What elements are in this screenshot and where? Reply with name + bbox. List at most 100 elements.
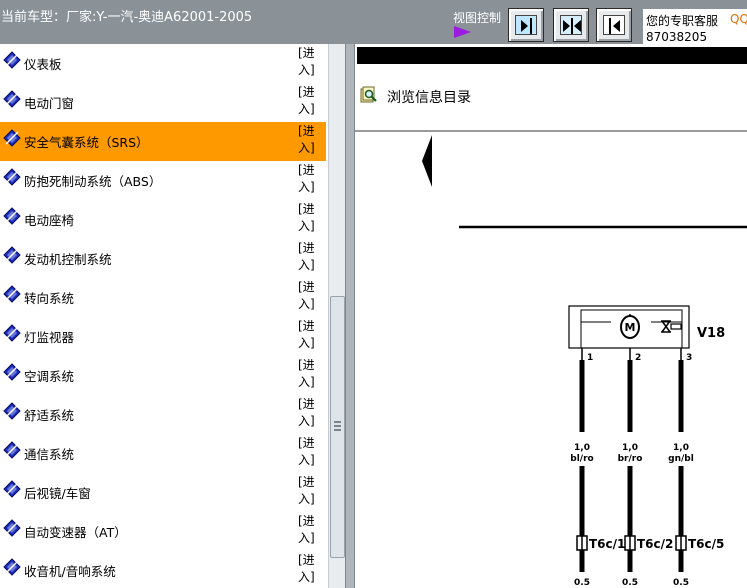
split-arrows-icon [563,18,581,34]
wire-gauge: 1,0 [574,443,590,453]
enter-link-top[interactable]: [进 [298,239,315,256]
connector-label: T6c/1 [589,537,625,551]
enter-link-top[interactable]: [进 [298,434,315,451]
enter-link-bottom[interactable]: 入] [298,373,315,390]
diamond-book-icon [3,480,21,498]
wire-group: 11,0bl/roT6c/10.521,0br/roT6c/20.531,0gn… [570,348,724,588]
enter-link-bottom[interactable]: 入] [298,295,315,312]
enter-link-top[interactable]: [进 [298,551,315,568]
menu-item[interactable]: 安全气囊系统（SRS） [进 入] [0,122,326,161]
connector-label: T6c/5 [688,537,724,551]
top-header: 当前车型：厂家:Y-一汽-奥迪A62001-2005 视图控制 您的专职客服 Q… [0,0,747,44]
enter-link-top[interactable]: [进 [298,161,315,178]
diamond-book-icon [3,90,21,108]
menu-item[interactable]: 通信系统 [进 入] [0,434,326,473]
system-menu-panel: 仪表板 [进 入] 电动门窗 [进 入] 安全气囊系统（SRS） [进 入] 防抱死制动系统（AB… [0,44,328,588]
customer-service-box: 您的专职客服 QQ 87038205 [643,9,747,44]
enter-link-bottom[interactable]: 入] [298,100,315,117]
enter-link-top[interactable]: [进 [298,356,315,373]
component-label: V18 [697,326,725,341]
menu-item-label: 安全气囊系统（SRS） [24,135,149,150]
menu-item-label: 舒适系统 [24,408,75,423]
diagram-back-arrow-icon [422,135,432,187]
menu-item-label: 空调系统 [24,369,75,384]
pin-number: 2 [635,353,641,363]
menu-item[interactable]: 后视镜/车窗 [进 入] [0,473,326,512]
wire-gauge: 1,0 [673,443,689,453]
enter-link-bottom[interactable]: 入] [298,61,315,78]
view-expand-right-button[interactable] [508,8,544,42]
menu-item[interactable]: 发动机控制系统 [进 入] [0,239,326,278]
enter-link-bottom[interactable]: 入] [298,490,315,507]
browse-directory-label[interactable]: 浏览信息目录 [387,87,471,107]
scrollbar-thumb[interactable] [330,296,345,558]
diamond-book-icon [3,207,21,225]
service-phone: 87038205 [646,30,708,44]
view-expand-left-button[interactable] [596,8,632,42]
diamond-book-icon [3,324,21,342]
menu-item[interactable]: 电动座椅 [进 入] [0,200,326,239]
menu-item-label: 后视镜/车窗 [24,486,91,501]
connector-label: T6c/2 [637,537,673,551]
menu-item[interactable]: 自动变速器（AT） [进 入] [0,512,326,551]
enter-link-bottom[interactable]: 入] [298,178,315,195]
motor-symbol: M [625,321,636,334]
enter-link-top[interactable]: [进 [298,473,315,490]
diamond-book-icon [3,519,21,537]
diamond-book-icon [3,558,21,576]
enter-link-top[interactable]: [进 [298,83,315,100]
menu-item[interactable]: 防抱死制动系统（ABS） [进 入] [0,161,326,200]
wiring-diagram: M V18 11,0bl/roT6c/10.521,0br/roT6c/20.5… [422,135,747,588]
title-bar [357,47,747,64]
diamond-book-icon [3,246,21,264]
book-magnifier-icon [360,86,377,103]
service-label: 您的专职客服 [646,14,719,28]
enter-link-top[interactable]: [进 [298,395,315,412]
menu-item-label: 仪表板 [24,57,62,72]
enter-link-top[interactable]: [进 [298,122,315,139]
diamond-book-icon [3,363,21,381]
enter-link-bottom[interactable]: 入] [298,412,315,429]
enter-link-bottom[interactable]: 入] [298,334,315,351]
menu-item-label: 防抱死制动系统（ABS） [24,174,162,189]
enter-link-top[interactable]: [进 [298,317,315,334]
wire-bottom-gauge: 0.5 [673,578,689,588]
enter-link-bottom[interactable]: 入] [298,568,315,585]
menu-item[interactable]: 空调系统 [进 入] [0,356,326,395]
enter-link-top[interactable]: [进 [298,200,315,217]
view-control-label: 视图控制 [453,11,502,25]
menu-item-label: 电动门窗 [24,96,75,111]
enter-link-top[interactable]: [进 [298,44,315,61]
enter-link-bottom[interactable]: 入] [298,256,315,273]
enter-link-bottom[interactable]: 入] [298,217,315,234]
menu-item[interactable]: 灯监视器 [进 入] [0,317,326,356]
pin-number: 3 [686,353,692,363]
menu-item[interactable]: 转向系统 [进 入] [0,278,326,317]
arrow-right-bar-icon [521,18,532,34]
wire-color: br/ro [618,454,643,464]
enter-link-bottom[interactable]: 入] [298,529,315,546]
menu-item[interactable]: 电动门窗 [进 入] [0,83,326,122]
wire-bottom-gauge: 0.5 [622,578,638,588]
diamond-book-icon [3,402,21,420]
menu-item[interactable]: 仪表板 [进 入] [0,44,326,83]
wire-color: gn/bl [668,454,694,464]
service-qq-link[interactable]: QQ [730,12,747,26]
view-split-button[interactable] [553,8,589,42]
menu-scrollbar[interactable] [328,44,345,588]
wire-bottom-gauge: 0.5 [574,578,590,588]
pin-number: 1 [587,353,593,363]
enter-link-top[interactable]: [进 [298,512,315,529]
diamond-book-icon [3,285,21,303]
enter-link-bottom[interactable]: 入] [298,139,315,156]
menu-item-label: 通信系统 [24,447,75,462]
menu-item[interactable]: 舒适系统 [进 入] [0,395,326,434]
menu-item-label: 电动座椅 [24,213,75,228]
browse-directory-bar[interactable]: 浏览信息目录 [355,72,747,128]
current-car-model: 当前车型：厂家:Y-一汽-奥迪A62001-2005 [1,10,253,25]
scroll-grip-icon [334,421,341,431]
panel-divider[interactable] [345,44,355,588]
enter-link-bottom[interactable]: 入] [298,451,315,468]
menu-item[interactable]: 收音机/音响系统 [进 入] [0,551,326,588]
enter-link-top[interactable]: [进 [298,278,315,295]
